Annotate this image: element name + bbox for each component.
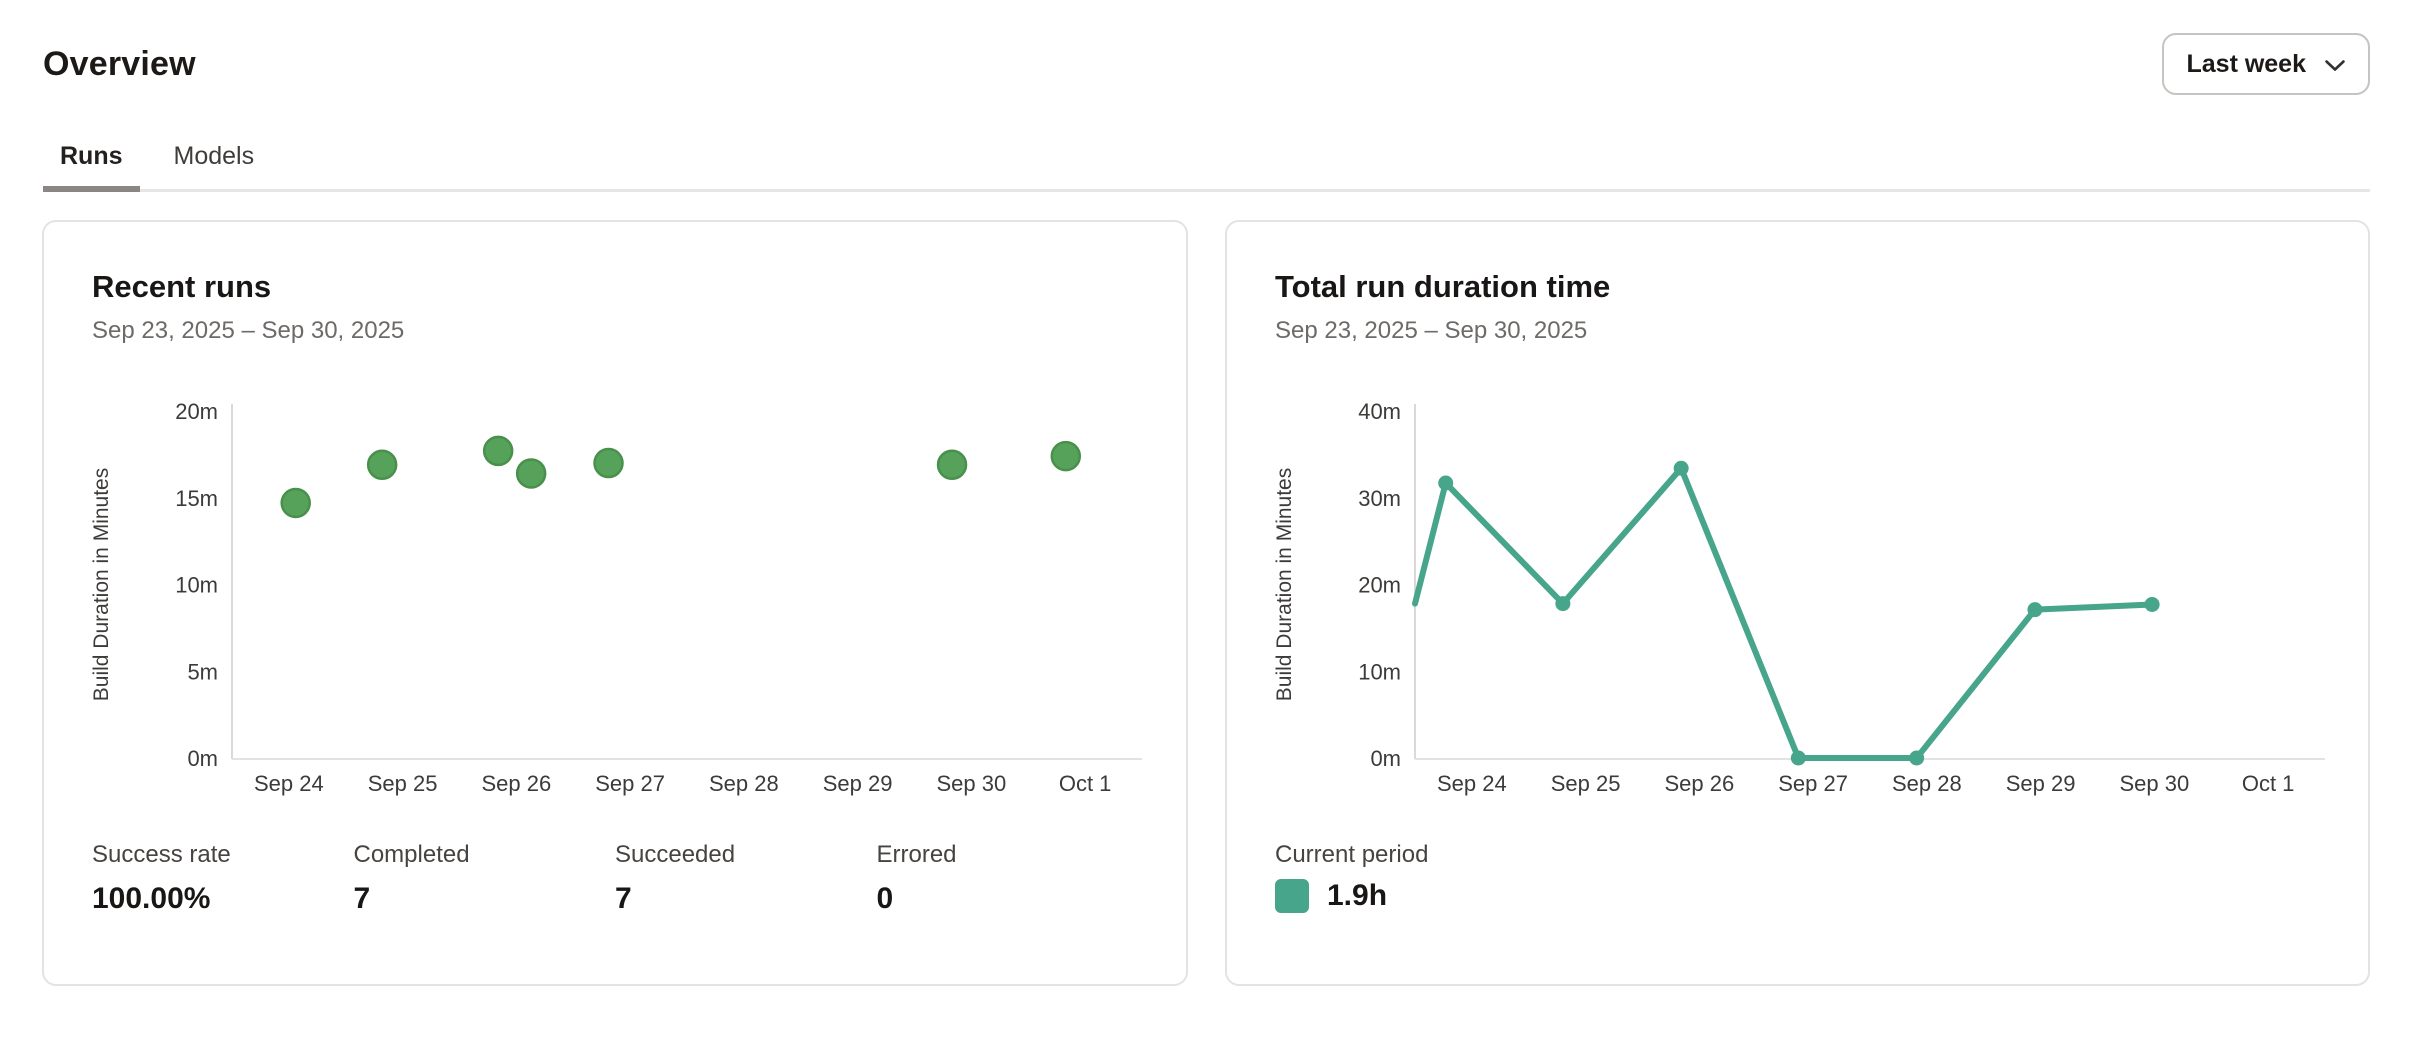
x-tick-label: Oct 1	[2242, 771, 2295, 796]
run-data-point	[484, 437, 512, 465]
stat-value: 7	[354, 879, 616, 919]
line-data-point	[2027, 602, 2042, 617]
total-run-duration-line-chart: Build Duration in Minutes 0m 10m 20m 30m 40m S…	[1275, 376, 2320, 821]
stat-success-rate: Success rate 100.00%	[92, 839, 354, 919]
x-tick-label: Sep 25	[368, 771, 438, 796]
line-data-point	[2145, 597, 2160, 612]
x-tick-label: Sep 27	[595, 771, 665, 796]
x-tick-label: Sep 26	[482, 771, 552, 796]
x-tick-label: Sep 24	[254, 771, 324, 796]
stat-succeeded: Succeeded 7	[615, 839, 877, 919]
x-tick-label: Sep 30	[2120, 771, 2190, 796]
y-tick-label: 40m	[1358, 399, 1401, 424]
x-tick-label: Sep 24	[1437, 771, 1507, 796]
y-tick-label: 0m	[1370, 746, 1401, 771]
card-title: Recent runs	[92, 266, 1138, 308]
total-run-duration-card: Total run duration time Sep 23, 2025 – S…	[1225, 220, 2370, 986]
y-tick-label: 10m	[1358, 659, 1401, 684]
y-axis-title: Build Duration in Minutes	[92, 468, 113, 701]
y-tick-label: 20m	[1358, 573, 1401, 598]
line-data-point	[1438, 476, 1453, 491]
run-data-point	[938, 451, 966, 479]
stat-value: 0	[877, 879, 1139, 919]
y-tick-label: 5m	[187, 659, 218, 684]
x-tick-label: Sep 26	[1665, 771, 1735, 796]
run-data-point	[1052, 442, 1080, 470]
legend-value: 1.9h	[1327, 879, 1387, 913]
stat-label: Succeeded	[615, 839, 877, 871]
y-tick-label: 0m	[187, 746, 218, 771]
x-tick-label: Sep 27	[1778, 771, 1848, 796]
page-title: Overview	[43, 39, 196, 89]
stat-completed: Completed 7	[354, 839, 616, 919]
x-tick-label: Sep 28	[1892, 771, 1962, 796]
y-tick-label: 20m	[175, 399, 218, 424]
run-stats-row: Success rate 100.00% Completed 7 Succeed…	[92, 839, 1138, 919]
date-range: Sep 23, 2025 – Sep 30, 2025	[1275, 314, 2320, 348]
cards-row: Recent runs Sep 23, 2025 – Sep 30, 2025 …	[42, 220, 2370, 986]
x-tick-label: Oct 1	[1059, 771, 1112, 796]
y-tick-label: 10m	[175, 573, 218, 598]
run-data-point	[517, 459, 545, 487]
y-axis-title: Build Duration in Minutes	[1275, 468, 1296, 701]
page-header: Overview Last week	[0, 0, 2414, 95]
y-tick-label: 15m	[175, 486, 218, 511]
recent-runs-scatter-chart: Build Duration in Minutes 0m 5m 10m 15m 20m Se…	[92, 376, 1138, 821]
tab-runs[interactable]: Runs	[43, 141, 140, 192]
line-data-point	[1791, 751, 1806, 766]
x-tick-label: Sep 25	[1551, 771, 1621, 796]
stat-errored: Errored 0	[877, 839, 1139, 919]
card-title: Total run duration time	[1275, 266, 2320, 308]
run-data-point	[282, 489, 310, 517]
period-selector-dropdown[interactable]: Last week	[2162, 33, 2370, 95]
line-data-point	[1555, 596, 1570, 611]
date-range: Sep 23, 2025 – Sep 30, 2025	[92, 314, 1138, 348]
stat-label: Success rate	[92, 839, 354, 871]
x-tick-label: Sep 29	[2006, 771, 2076, 796]
x-tick-label: Sep 28	[709, 771, 779, 796]
stat-label: Completed	[354, 839, 616, 871]
tab-bar: Runs Models	[43, 141, 2370, 192]
line-data-point	[1909, 751, 1924, 766]
line-data-point	[1674, 461, 1689, 476]
legend-label: Current period	[1275, 839, 2320, 871]
stat-value: 7	[615, 879, 877, 919]
legend-row: 1.9h	[1275, 879, 2320, 913]
run-data-point	[595, 449, 623, 477]
run-data-point	[368, 451, 396, 479]
stat-value: 100.00%	[92, 879, 354, 919]
tab-models[interactable]: Models	[157, 141, 272, 192]
period-selector-label: Last week	[2186, 50, 2306, 79]
legend-swatch	[1275, 879, 1309, 913]
recent-runs-card: Recent runs Sep 23, 2025 – Sep 30, 2025 …	[42, 220, 1188, 986]
x-tick-label: Sep 29	[823, 771, 893, 796]
y-tick-label: 30m	[1358, 486, 1401, 511]
stat-label: Errored	[877, 839, 1139, 871]
chevron-down-icon	[2324, 59, 2346, 72]
x-tick-label: Sep 30	[937, 771, 1007, 796]
